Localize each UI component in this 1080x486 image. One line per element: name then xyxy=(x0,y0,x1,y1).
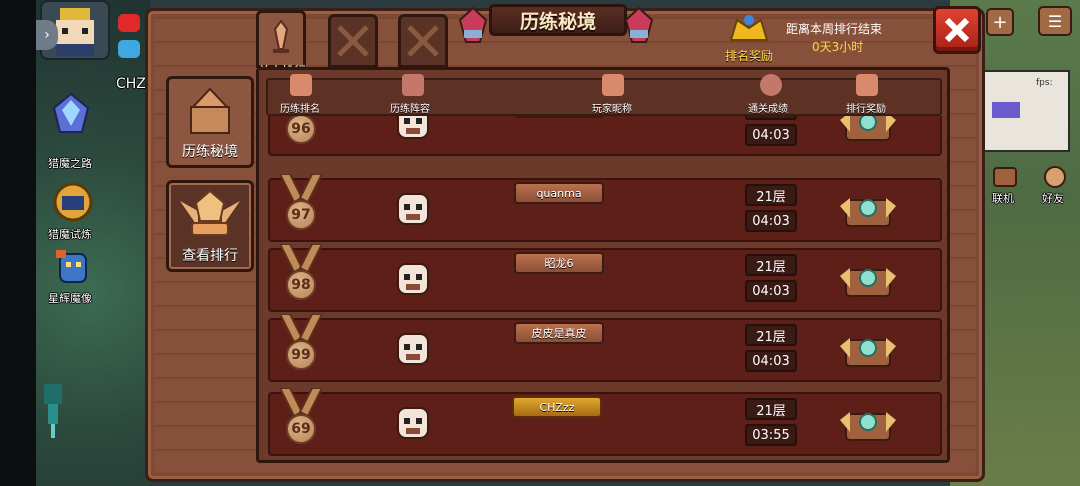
rank-medal: 99 xyxy=(276,314,326,376)
rank-medal: 96 xyxy=(276,116,326,150)
rank-medal: 97 xyxy=(276,174,326,236)
floor-value: 21层 xyxy=(745,184,797,206)
column-header-player: 玩家昵称 xyxy=(592,104,632,115)
column-header-reward: 排行奖励 xyxy=(846,104,886,115)
fps-label: fps: xyxy=(1036,78,1053,88)
stopwatch-icon xyxy=(760,74,782,96)
left-crest-icon xyxy=(458,6,488,43)
side-collapse-tab[interactable]: › xyxy=(36,20,58,50)
hero-face-icon xyxy=(397,263,429,295)
player-name[interactable]: quanma xyxy=(514,182,604,204)
lineup-avatar[interactable] xyxy=(390,186,436,232)
reward-chest[interactable] xyxy=(840,116,896,144)
rank-number: 96 xyxy=(286,116,316,144)
reward-chest[interactable] xyxy=(840,400,896,444)
lineup-avatar[interactable] xyxy=(390,400,436,446)
clear-time: 03:55 xyxy=(745,424,797,446)
treasure-chest-icon xyxy=(840,268,896,297)
clear-time: 04:03 xyxy=(745,350,797,372)
clear-time: 04:03 xyxy=(745,280,797,302)
treasure-chest-icon xyxy=(840,412,896,441)
add-button[interactable]: + xyxy=(986,8,1014,36)
rank-medal: 98 xyxy=(276,244,326,306)
ranking-list[interactable]: 96 掉门小鸡哥 21层 04:03 97 xyxy=(0,116,1080,462)
column-header-lineup: 历练阵容 xyxy=(390,104,430,115)
clear-time: 04:03 xyxy=(745,124,797,146)
treasure-chest-icon xyxy=(840,338,896,367)
player-tag: CHZ xyxy=(116,76,146,92)
player-name[interactable]: 掉门小鸡哥 xyxy=(514,116,604,118)
reward-chest[interactable] xyxy=(840,326,896,370)
close-icon xyxy=(944,17,970,43)
panel-title: 历练秘境 xyxy=(489,4,627,36)
reward-chest[interactable] xyxy=(840,186,896,230)
trophy-icon xyxy=(729,15,769,41)
tab-duo-rank[interactable] xyxy=(328,14,378,68)
player-name[interactable]: 昭龙6 xyxy=(514,252,604,274)
reward-chest[interactable] xyxy=(840,256,896,300)
heart-icon xyxy=(118,14,140,32)
rank-medal: 69 xyxy=(276,388,326,450)
tab-team-rank[interactable] xyxy=(398,14,448,68)
helmet-icon xyxy=(402,74,424,96)
rank-reward-button[interactable]: 排名奖励 xyxy=(720,10,778,64)
lineup-avatar[interactable] xyxy=(390,256,436,302)
clear-time: 04:03 xyxy=(745,210,797,232)
plus-icon: + xyxy=(992,11,1008,33)
menu-button[interactable]: ☰ xyxy=(1038,6,1072,36)
lineup-avatar[interactable] xyxy=(390,326,436,372)
column-header-rank: 历练排名 xyxy=(280,104,320,115)
countdown-value: 0天3小时 xyxy=(812,40,864,54)
crossed-swords-icon xyxy=(337,25,369,57)
gift-icon xyxy=(856,74,878,96)
hero-face-icon xyxy=(397,193,429,225)
floor-value: 21层 xyxy=(745,116,797,120)
hero-face-icon xyxy=(397,116,429,139)
hero-face-icon xyxy=(397,407,429,439)
rank-number: 98 xyxy=(286,270,316,300)
rank-reward-label: 排名奖励 xyxy=(724,49,773,63)
fist-icon xyxy=(602,74,624,96)
sword-icon xyxy=(273,19,289,53)
treasure-chest-icon xyxy=(840,116,896,141)
right-crest-icon xyxy=(624,6,654,43)
floor-value: 21层 xyxy=(745,324,797,346)
rank-number: 99 xyxy=(286,340,316,370)
hero-face-icon xyxy=(397,333,429,365)
rank-number: 69 xyxy=(286,414,316,444)
laurel-icon xyxy=(290,74,312,96)
treasure-chest-icon xyxy=(840,198,896,227)
close-button[interactable] xyxy=(933,6,981,54)
floor-value: 21层 xyxy=(745,254,797,276)
list-icon: ☰ xyxy=(1047,11,1063,31)
chevron-right-icon: › xyxy=(44,27,50,43)
tab-single-rank[interactable] xyxy=(256,10,306,68)
shield-icon xyxy=(118,40,140,58)
crossed-swords-icon xyxy=(407,25,439,57)
countdown-title: 距离本周排行结束 xyxy=(786,22,883,36)
rank-number: 97 xyxy=(286,200,316,230)
column-header-score: 通关成绩 xyxy=(748,104,788,115)
lineup-avatar[interactable] xyxy=(390,116,436,146)
floor-value: 21层 xyxy=(745,398,797,420)
player-name[interactable]: CHZzz xyxy=(512,396,602,418)
player-name[interactable]: 皮皮是真皮 xyxy=(514,322,604,344)
